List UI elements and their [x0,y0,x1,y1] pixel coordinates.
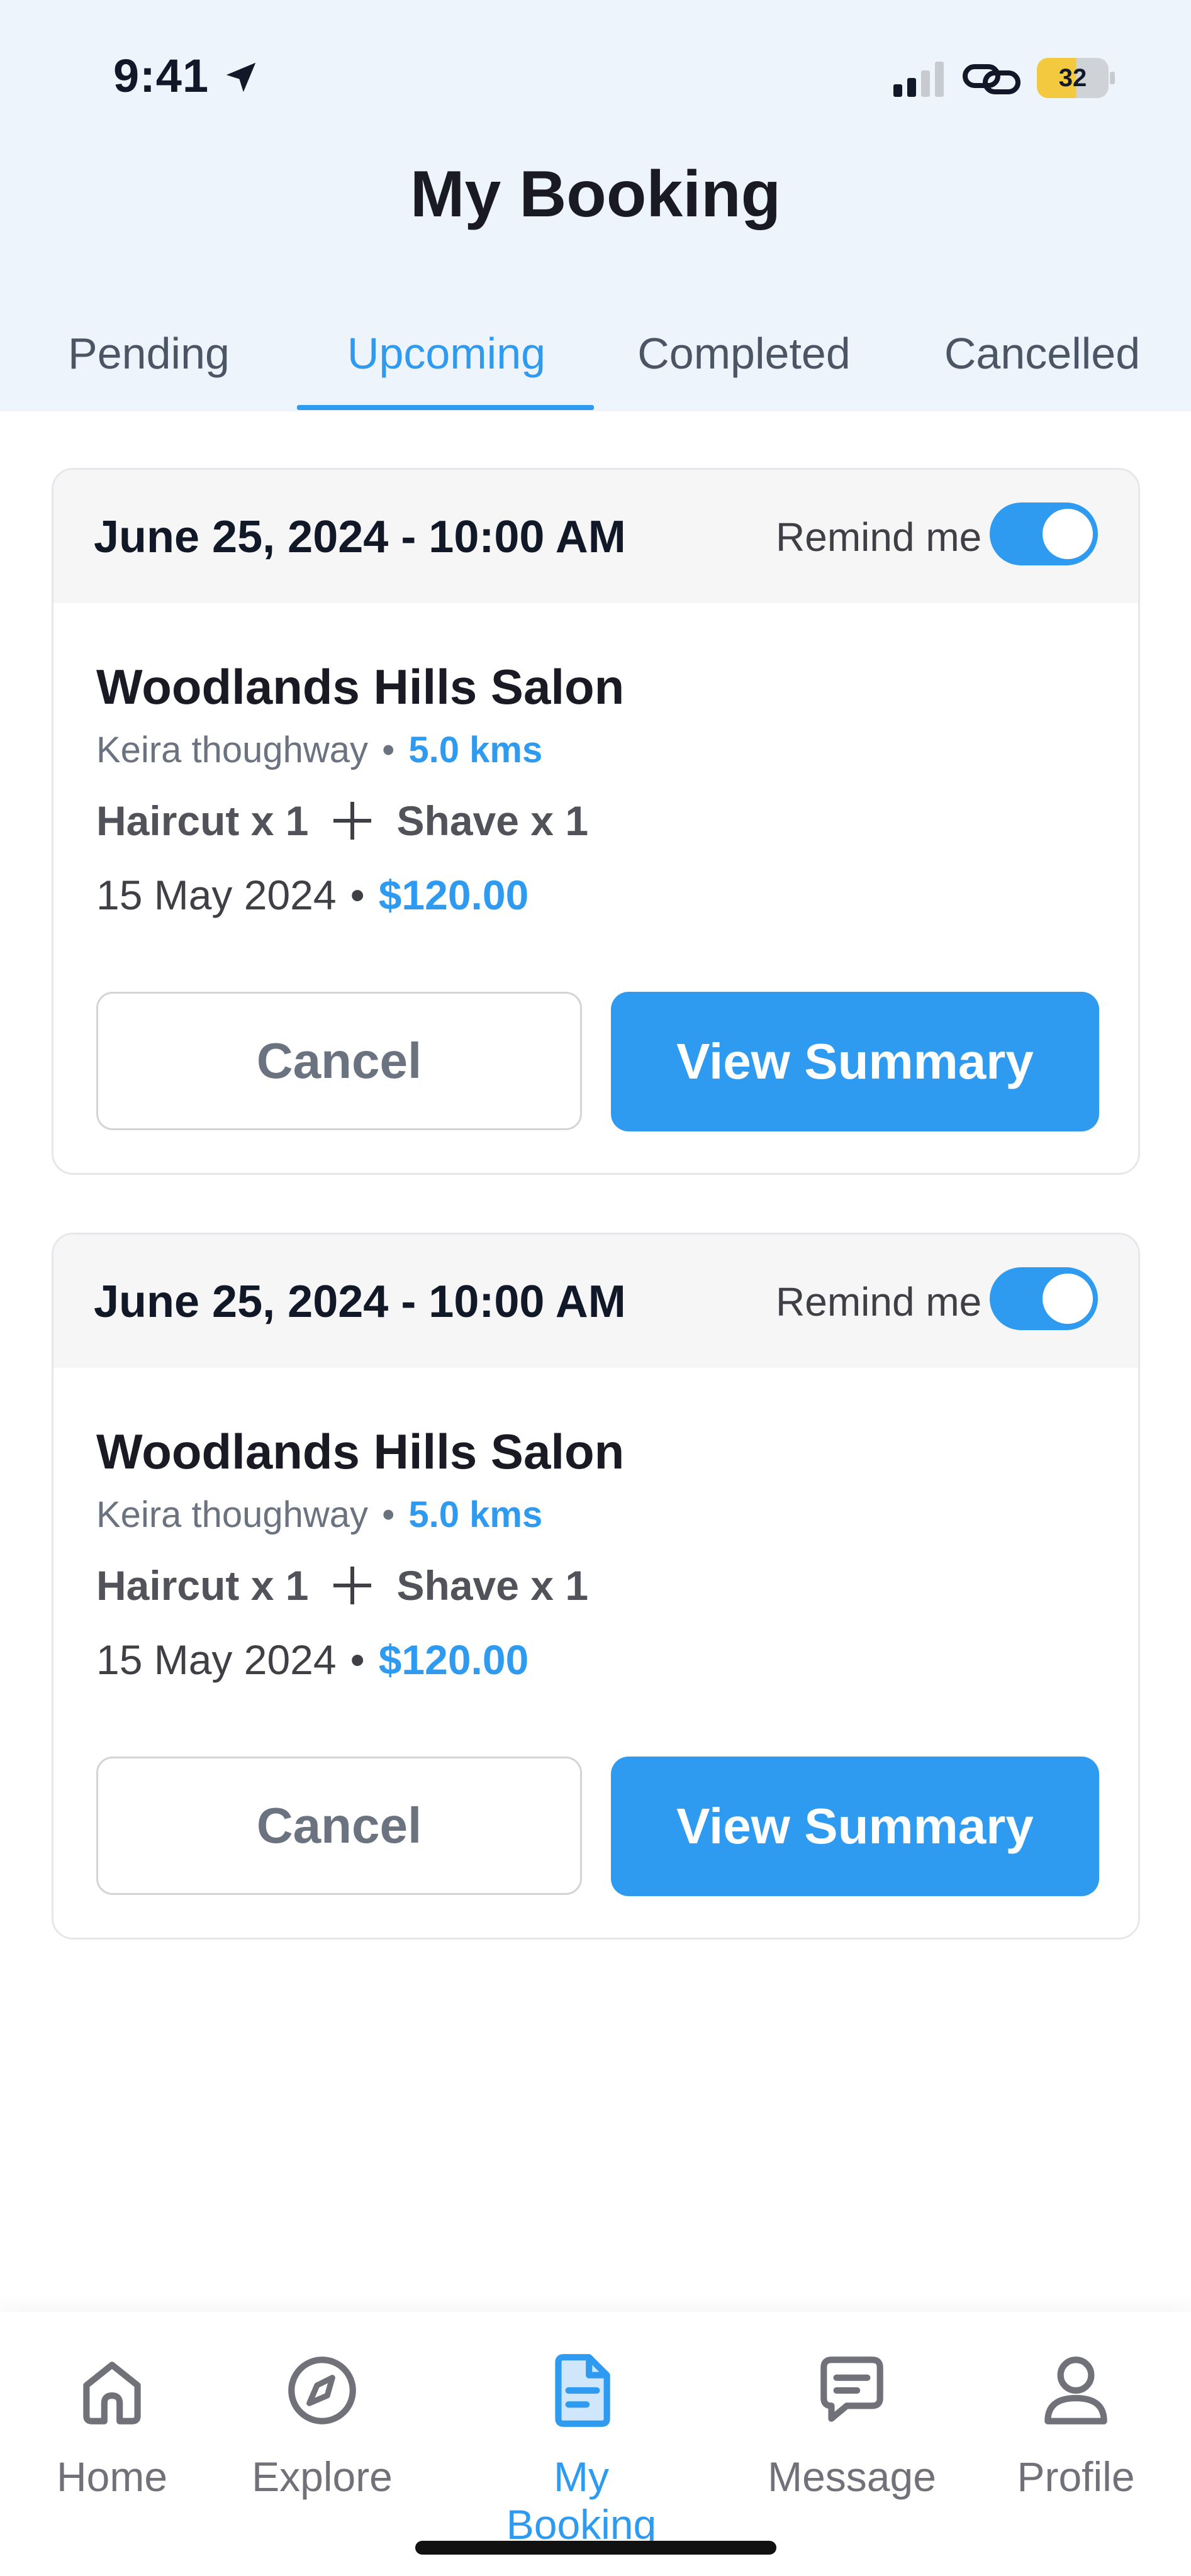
services-row: Haircut x 1 Shave x 1 [96,797,588,845]
cellular-signal-icon [893,62,944,97]
status-bar: 9:41 32 [0,0,1191,157]
service-shave: Shave x 1 [396,797,589,844]
booking-datetime: June 25, 2024 - 10:00 AM [94,512,626,562]
view-summary-button[interactable]: View Summary [611,992,1099,1131]
nav-message-label: Message [768,2453,936,2500]
service-shave: Shave x 1 [396,1562,589,1609]
stylist-name: Keira thoughway [96,1494,369,1535]
active-tab-indicator [297,405,594,410]
battery-level: 32 [1037,58,1109,98]
booking-card: June 25, 2024 - 10:00 AM Remind me Woodl… [52,468,1140,1175]
separator-dot: • [382,730,395,770]
battery-indicator: 32 [1037,58,1115,98]
separator-dot: • [350,1636,365,1683]
remind-me-toggle[interactable] [990,502,1098,565]
date-price-row: 15 May 2024 • $120.00 [96,1636,528,1684]
stylist-name: Keira thoughway [96,730,369,770]
status-time: 9:41 [113,50,210,102]
service-haircut: Haircut x 1 [96,797,309,844]
booking-card: June 25, 2024 - 10:00 AM Remind me Woodl… [52,1233,1140,1940]
tab-completed[interactable]: Completed [595,314,893,411]
stylist-distance-row: Keira thoughway • 5.0 kms [96,729,542,771]
service-haircut: Haircut x 1 [96,1562,309,1609]
booking-price: $120.00 [378,1636,529,1683]
nav-explore-label: Explore [252,2453,393,2500]
tab-cancelled[interactable]: Cancelled [893,314,1191,411]
nav-message[interactable]: Message [758,2350,946,2513]
booking-date: 15 May 2024 [96,872,337,918]
nav-home-label: Home [56,2453,168,2500]
booking-date: 15 May 2024 [96,1636,337,1683]
tab-upcoming[interactable]: Upcoming [298,314,595,411]
remind-me-label: Remind me [776,514,982,560]
toggle-knob [1043,509,1093,559]
compass-icon [288,2357,356,2424]
services-row: Haircut x 1 Shave x 1 [96,1562,588,1609]
home-icon [83,2362,141,2424]
separator-dot: • [382,1494,395,1535]
plus-icon [327,1565,377,1606]
location-arrow-icon [226,62,256,92]
salon-name: Woodlands Hills Salon [96,659,625,714]
booking-price: $120.00 [378,872,529,918]
nav-profile[interactable]: Profile [981,2350,1170,2513]
nav-my-booking-label: My Booking [506,2453,657,2548]
remind-me-toggle[interactable] [990,1267,1098,1330]
booking-document-icon [555,2354,610,2427]
salon-name: Woodlands Hills Salon [96,1424,625,1479]
distance: 5.0 kms [408,1494,543,1535]
nav-my-booking[interactable]: My Booking [487,2350,676,2548]
message-icon [820,2357,883,2422]
my-booking-screen: 9:41 32 My Booking Pending Upcoming Comp… [0,0,1191,2576]
distance: 5.0 kms [408,730,543,770]
separator-dot: • [350,872,365,918]
page-title: My Booking [410,158,781,231]
booking-status-tabs: Pending Upcoming Completed Cancelled [0,314,1191,411]
booking-card-header: June 25, 2024 - 10:00 AM Remind me [53,1235,1138,1368]
booking-card-header: June 25, 2024 - 10:00 AM Remind me [53,470,1138,603]
cancel-button[interactable]: Cancel [96,1757,582,1895]
remind-me-label: Remind me [776,1279,982,1324]
nav-explore[interactable]: Explore [228,2350,417,2513]
bottom-navigation: Home Explore My Booking Message Profile [0,2312,1191,2576]
profile-icon [1044,2357,1107,2424]
booking-datetime: June 25, 2024 - 10:00 AM [94,1277,626,1327]
toggle-knob [1043,1274,1093,1324]
home-indicator [415,2541,776,2555]
nav-profile-label: Profile [1017,2453,1135,2500]
link-icon [963,64,1020,94]
tab-pending[interactable]: Pending [0,314,298,411]
plus-icon [327,800,377,841]
view-summary-button[interactable]: View Summary [611,1757,1099,1896]
battery-cap [1110,72,1115,84]
cancel-button[interactable]: Cancel [96,992,582,1130]
date-price-row: 15 May 2024 • $120.00 [96,871,528,919]
stylist-distance-row: Keira thoughway • 5.0 kms [96,1494,542,1536]
nav-home[interactable]: Home [18,2350,206,2513]
